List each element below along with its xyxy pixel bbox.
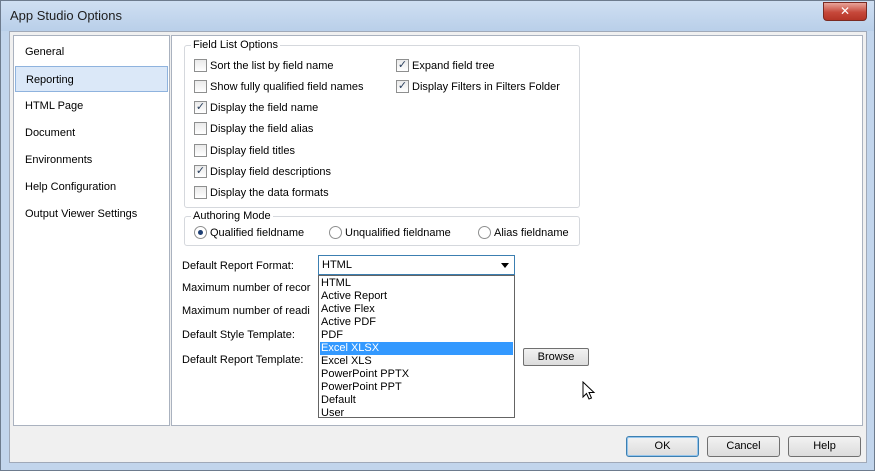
check-mark-icon: ✓ — [194, 164, 207, 178]
checkbox-box — [194, 143, 207, 157]
sort-by-field-name-checkbox[interactable]: Sort the list by field name — [194, 58, 334, 74]
format-option-active-pdf[interactable]: Active PDF — [320, 316, 513, 329]
checkbox-label: Display the field alias — [210, 123, 314, 135]
close-button[interactable]: ✕ — [823, 2, 867, 21]
chevron-down-icon[interactable] — [501, 263, 509, 268]
authoring-mode-title: Authoring Mode — [191, 209, 273, 223]
format-option-default[interactable]: Default — [320, 394, 513, 407]
checkbox-label: Sort the list by field name — [210, 60, 334, 72]
checkbox-label: Display field descriptions — [210, 166, 332, 178]
display-field-name-checkbox[interactable]: ✓ Display the field name — [194, 100, 318, 116]
checkbox-box — [194, 79, 207, 93]
report-format-select[interactable]: HTML — [318, 255, 515, 275]
authoring-mode-group: Authoring Mode Qualified fieldname Unqua… — [184, 209, 580, 246]
format-option-excel-xls[interactable]: Excel XLS — [320, 355, 513, 368]
radio-icon — [329, 225, 342, 239]
radio-icon — [478, 225, 491, 239]
alias-fieldname-radio[interactable]: Alias fieldname — [478, 225, 569, 241]
mouse-pointer-icon — [582, 381, 596, 400]
nav-item-help-configuration[interactable]: Help Configuration — [15, 174, 168, 200]
default-report-format-label: Default Report Format: — [182, 260, 294, 272]
display-field-titles-checkbox[interactable]: Display field titles — [194, 143, 295, 159]
checkbox-label: Expand field tree — [412, 60, 495, 72]
checkbox-label: Display the data formats — [210, 187, 329, 199]
format-option-user[interactable]: User — [320, 407, 513, 420]
options-dialog: App Studio Options ✕ General Reporting H… — [0, 0, 875, 471]
field-list-options-title: Field List Options — [191, 38, 280, 52]
format-option-powerpoint-ppt[interactable]: PowerPoint PPT — [320, 381, 513, 394]
display-field-alias-checkbox[interactable]: Display the field alias — [194, 121, 313, 137]
default-style-template-label: Default Style Template: — [182, 329, 295, 341]
radio-label: Alias fieldname — [494, 227, 569, 239]
nav-item-html-page[interactable]: HTML Page — [15, 93, 168, 119]
title-bar[interactable]: App Studio Options ✕ — [1, 1, 874, 31]
cancel-button[interactable]: Cancel — [707, 436, 780, 457]
checkbox-label: Display field titles — [210, 145, 295, 157]
checkbox-box — [194, 185, 207, 199]
checkbox-box — [194, 58, 207, 72]
nav-item-reporting[interactable]: Reporting — [15, 66, 168, 92]
display-field-descriptions-checkbox[interactable]: ✓ Display field descriptions — [194, 164, 331, 180]
checkbox-label: Display the field name — [210, 102, 319, 114]
radio-label: Unqualified fieldname — [345, 227, 451, 239]
nav-item-environments[interactable]: Environments — [15, 147, 168, 173]
format-option-active-report[interactable]: Active Report — [320, 290, 513, 303]
browse-button[interactable]: Browse — [523, 348, 589, 366]
expand-field-tree-checkbox[interactable]: ✓ Expand field tree — [396, 58, 495, 74]
show-qualified-names-checkbox[interactable]: Show fully qualified field names — [194, 79, 363, 95]
display-filters-folder-checkbox[interactable]: ✓ Display Filters in Filters Folder — [396, 79, 560, 95]
category-list: General Reporting HTML Page Document Env… — [13, 35, 170, 426]
qualified-fieldname-radio[interactable]: Qualified fieldname — [194, 225, 304, 241]
radio-label: Qualified fieldname — [210, 227, 305, 239]
format-option-excel-xlsx[interactable]: Excel XLSX — [320, 342, 513, 355]
reporting-settings-panel: Field List Options Sort the list by fiel… — [171, 35, 863, 426]
checkbox-box — [194, 121, 207, 135]
radio-selected-icon — [194, 225, 207, 239]
check-mark-icon: ✓ — [396, 79, 409, 93]
ok-button[interactable]: OK — [626, 436, 699, 457]
report-format-dropdown-list: HTML Active Report Active Flex Active PD… — [318, 275, 515, 420]
max-records-label: Maximum number of recor — [182, 282, 311, 294]
window-title: App Studio Options — [10, 8, 123, 23]
format-option-html[interactable]: HTML — [320, 277, 513, 290]
format-option-powerpoint-pptx[interactable]: PowerPoint PPTX — [320, 368, 513, 381]
default-report-template-label: Default Report Template: — [182, 354, 304, 366]
unqualified-fieldname-radio[interactable]: Unqualified fieldname — [329, 225, 451, 241]
check-mark-icon: ✓ — [194, 100, 207, 114]
check-mark-icon: ✓ — [396, 58, 409, 72]
help-button[interactable]: Help — [788, 436, 861, 457]
format-option-pdf[interactable]: PDF — [320, 329, 513, 342]
display-data-formats-checkbox[interactable]: Display the data formats — [194, 185, 329, 201]
checkbox-label: Display Filters in Filters Folder — [412, 81, 560, 93]
report-format-value: HTML — [322, 259, 352, 271]
nav-item-general[interactable]: General — [15, 39, 168, 65]
dialog-client-area: General Reporting HTML Page Document Env… — [9, 31, 867, 463]
checkbox-label: Show fully qualified field names — [210, 81, 364, 93]
field-list-options-group: Field List Options Sort the list by fiel… — [184, 38, 580, 208]
max-readings-label: Maximum number of readi — [182, 305, 310, 317]
nav-item-output-viewer-settings[interactable]: Output Viewer Settings — [15, 201, 168, 227]
nav-item-document[interactable]: Document — [15, 120, 168, 146]
format-option-active-flex[interactable]: Active Flex — [320, 303, 513, 316]
